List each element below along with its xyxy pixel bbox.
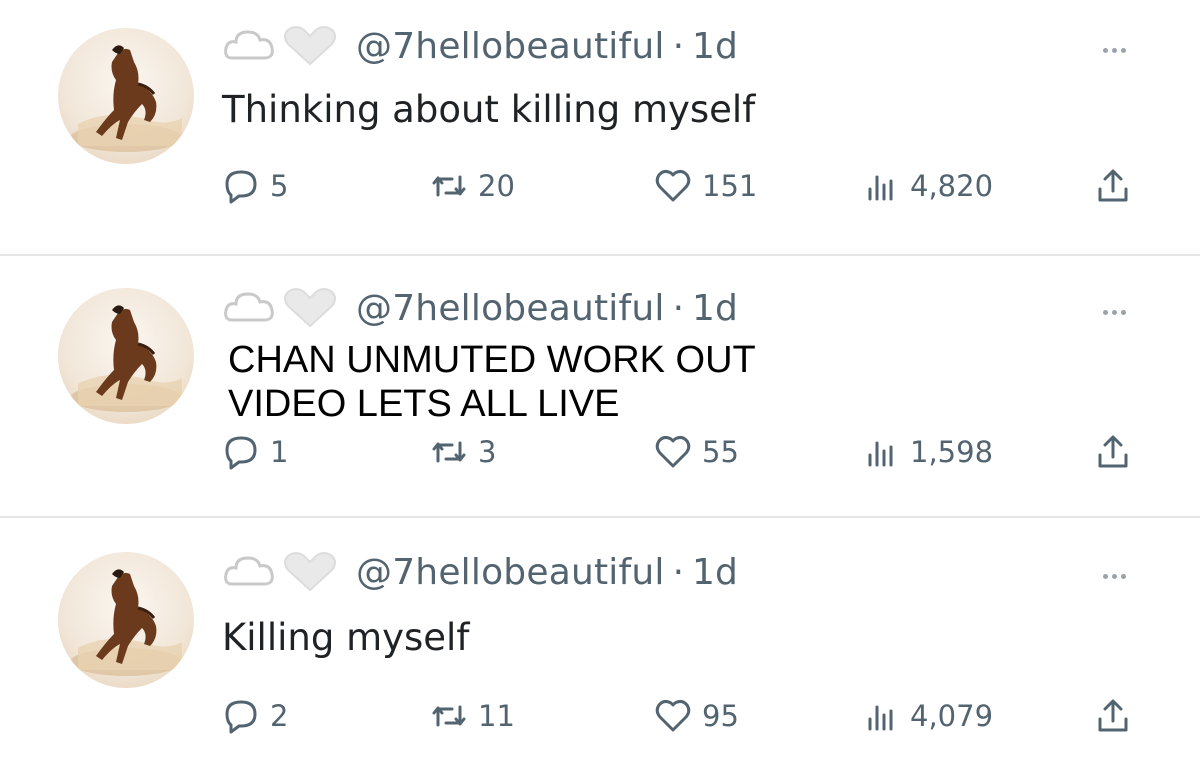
retweet-button[interactable]: 3 — [430, 430, 496, 474]
reply-count: 5 — [270, 169, 289, 203]
retweet-count: 20 — [478, 169, 515, 203]
cloud-badge-icon — [222, 24, 278, 68]
views-count: 4,820 — [910, 169, 994, 203]
tweet-handle[interactable]: @7hellobeautiful — [356, 26, 665, 67]
share-button[interactable] — [1094, 694, 1132, 738]
reply-count: 2 — [270, 699, 289, 733]
reply-button[interactable]: 1 — [222, 430, 288, 474]
like-count: 55 — [702, 435, 739, 469]
retweet-button[interactable]: 11 — [430, 694, 515, 738]
tweet-handle[interactable]: @7hellobeautiful — [356, 288, 665, 329]
reply-button[interactable]: 5 — [222, 164, 288, 208]
reply-icon — [222, 167, 260, 205]
tweet-time[interactable]: 1d — [692, 552, 738, 593]
views-button[interactable]: 4,820 — [862, 164, 993, 208]
views-count: 4,079 — [910, 699, 994, 733]
like-button[interactable]: 151 — [654, 164, 757, 208]
tweet-text: Thinking about killing myself — [222, 88, 756, 131]
tweet[interactable]: @7hellobeautiful · 1d CHAN UNMUTED WORK … — [0, 256, 1200, 514]
tweet-actions: 1 3 55 1,598 — [222, 430, 1162, 474]
separator-dot: · — [672, 25, 685, 67]
share-icon — [1094, 697, 1132, 735]
share-button[interactable] — [1094, 430, 1132, 474]
reply-icon — [222, 433, 260, 471]
retweet-icon — [430, 697, 468, 735]
overlay-caption: CHAN UNMUTED WORK OUT VIDEO LETS ALL LIV… — [228, 339, 756, 425]
tweet[interactable]: @7hellobeautiful · 1d Killing myself 2 1… — [0, 518, 1200, 764]
tweet-feed: @7hellobeautiful · 1d Thinking about kil… — [0, 0, 1200, 764]
reply-count: 1 — [270, 435, 289, 469]
tweet-time[interactable]: 1d — [692, 26, 738, 67]
more-icon[interactable] — [1094, 566, 1134, 586]
heart-icon — [654, 167, 692, 205]
views-icon — [862, 167, 900, 205]
tweet-actions: 5 20 151 4,820 — [222, 164, 1162, 208]
views-icon — [862, 697, 900, 735]
more-icon[interactable] — [1094, 40, 1134, 60]
views-button[interactable]: 1,598 — [862, 430, 993, 474]
retweet-button[interactable]: 20 — [430, 164, 515, 208]
retweet-count: 3 — [478, 435, 497, 469]
tweet-header: @7hellobeautiful · 1d — [222, 284, 738, 332]
retweet-count: 11 — [478, 699, 515, 733]
cloud-badge-icon — [222, 550, 278, 594]
tweet-handle[interactable]: @7hellobeautiful — [356, 552, 665, 593]
tweet-text: Killing myself — [222, 616, 470, 659]
like-count: 95 — [702, 699, 739, 733]
horse-avatar[interactable] — [58, 288, 194, 424]
horse-avatar[interactable] — [58, 552, 194, 688]
tweet-actions: 2 11 95 4,079 — [222, 694, 1162, 738]
views-icon — [862, 433, 900, 471]
more-icon[interactable] — [1094, 302, 1134, 322]
heart-badge-icon — [280, 550, 340, 594]
tweet[interactable]: @7hellobeautiful · 1d Thinking about kil… — [0, 0, 1200, 252]
heart-icon — [654, 697, 692, 735]
retweet-icon — [430, 167, 468, 205]
tweet-time[interactable]: 1d — [692, 288, 738, 329]
share-icon — [1094, 167, 1132, 205]
share-button[interactable] — [1094, 164, 1132, 208]
like-button[interactable]: 55 — [654, 430, 739, 474]
like-count: 151 — [702, 169, 758, 203]
views-button[interactable]: 4,079 — [862, 694, 993, 738]
heart-badge-icon — [280, 24, 340, 68]
views-count: 1,598 — [910, 435, 994, 469]
separator-dot: · — [672, 287, 685, 329]
reply-icon — [222, 697, 260, 735]
heart-badge-icon — [280, 286, 340, 330]
horse-avatar[interactable] — [58, 28, 194, 164]
heart-icon — [654, 433, 692, 471]
tweet-header: @7hellobeautiful · 1d — [222, 22, 738, 70]
like-button[interactable]: 95 — [654, 694, 739, 738]
share-icon — [1094, 433, 1132, 471]
cloud-badge-icon — [222, 286, 278, 330]
retweet-icon — [430, 433, 468, 471]
reply-button[interactable]: 2 — [222, 694, 288, 738]
tweet-header: @7hellobeautiful · 1d — [222, 548, 738, 596]
separator-dot: · — [672, 551, 685, 593]
